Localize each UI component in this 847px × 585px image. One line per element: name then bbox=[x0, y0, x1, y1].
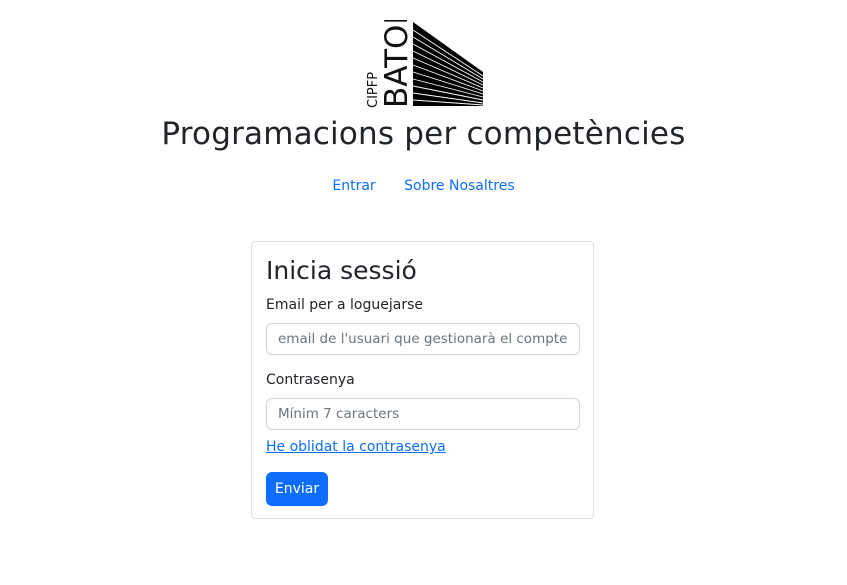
logo-batoi-text: BATOI bbox=[379, 20, 415, 108]
batoi-logo-graphic: CIPFP BATOI bbox=[366, 15, 484, 108]
logo-building-stripes bbox=[412, 22, 484, 106]
submit-button[interactable]: Enviar bbox=[266, 472, 328, 506]
page-title: Programacions per competències bbox=[161, 116, 686, 152]
login-card: Inicia sessió Email per a loguejarse Con… bbox=[251, 241, 594, 519]
password-label: Contrasenya bbox=[266, 372, 355, 388]
main-nav: Entrar Sobre Nosaltres bbox=[0, 178, 847, 194]
password-field[interactable] bbox=[266, 398, 580, 430]
email-field[interactable] bbox=[266, 323, 580, 355]
email-label: Email per a loguejarse bbox=[266, 297, 423, 313]
nav-link-sobre-nosaltres[interactable]: Sobre Nosaltres bbox=[404, 178, 515, 194]
nav-link-entrar[interactable]: Entrar bbox=[332, 178, 375, 194]
batoi-logo: CIPFP BATOI bbox=[363, 15, 485, 110]
forgot-password-link[interactable]: He oblidat la contrasenya bbox=[266, 439, 446, 455]
login-title: Inicia sessió bbox=[266, 256, 417, 285]
page: CIPFP BATOI Programacions per competènci… bbox=[0, 0, 847, 585]
